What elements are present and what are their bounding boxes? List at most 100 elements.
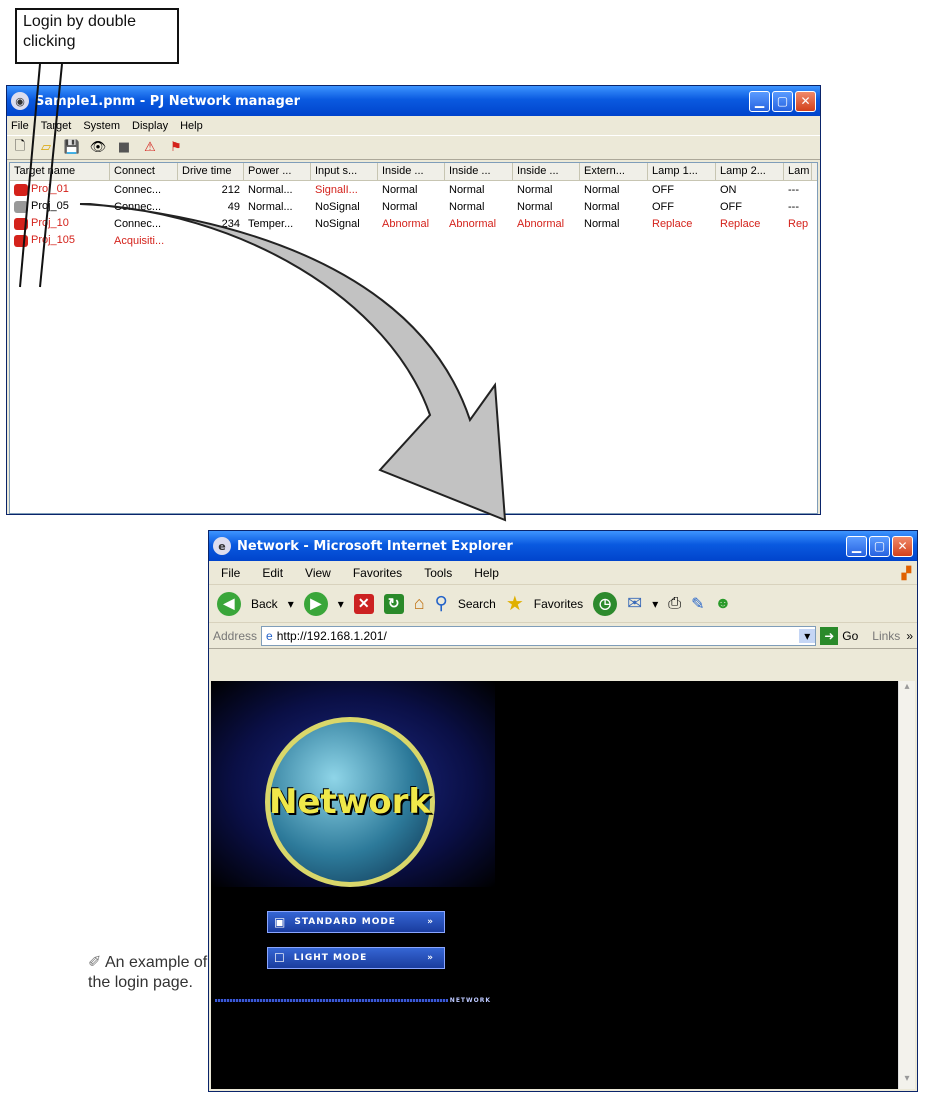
maximize-button[interactable]: ▢ xyxy=(869,535,890,557)
menu-edit[interactable]: Edit xyxy=(262,566,283,580)
ie-titlebar[interactable]: e Network - Microsoft Internet Explorer … xyxy=(209,531,917,561)
close-button[interactable]: ✕ xyxy=(795,90,816,112)
monitor-icon: ▣ xyxy=(274,915,287,929)
col-lamp-2[interactable]: Lamp 2... xyxy=(716,163,784,180)
address-dropdown-icon[interactable]: ▾ xyxy=(799,628,816,643)
warning-icon[interactable]: ⚠ xyxy=(141,140,159,156)
cell-drive: 234 xyxy=(221,217,240,230)
cell-power: Temper... xyxy=(248,217,294,230)
app-eye-icon: ◉ xyxy=(11,92,29,110)
col-inside-2[interactable]: Inside ... xyxy=(445,163,513,180)
forward-arrow-icon[interactable]: ▶ xyxy=(303,591,328,616)
address-bar: Address e http://192.168.1.201/ ▾ ➜ Go L… xyxy=(209,623,917,649)
menu-tools[interactable]: Tools xyxy=(424,566,452,580)
callout-line2: clicking xyxy=(23,33,76,50)
menu-view[interactable]: View xyxy=(305,566,331,580)
forward-dropdown-icon[interactable]: ▾ xyxy=(338,597,344,611)
mail-dropdown-icon[interactable]: ▾ xyxy=(652,597,658,611)
col-lamp-3[interactable]: Lam xyxy=(784,163,812,180)
mail-icon[interactable]: ✉ xyxy=(627,593,642,614)
cell-connect: Acquisiti... xyxy=(114,234,165,247)
target-name: Proj_10 xyxy=(31,217,69,230)
windows-logo-icon: ▞ xyxy=(901,565,911,580)
maximize-button[interactable]: ▢ xyxy=(772,90,793,112)
home-icon[interactable]: ⌂ xyxy=(414,593,425,614)
cell-connect: Connec... xyxy=(114,183,162,196)
square-icon: ☐ xyxy=(274,951,286,965)
target-name: Proj_01 xyxy=(31,183,69,196)
menu-file[interactable]: File xyxy=(221,566,240,580)
address-input[interactable]: e http://192.168.1.201/ ▾ xyxy=(261,625,817,646)
alert-icon[interactable]: ⚑ xyxy=(167,140,185,156)
cell-external: Normal xyxy=(584,200,620,213)
light-mode-button[interactable]: ☐ LIGHT MODE » xyxy=(267,947,445,969)
menu-system[interactable]: System xyxy=(83,120,120,132)
stop-icon[interactable]: ■ xyxy=(115,140,133,156)
messenger-icon[interactable]: ☻ xyxy=(714,595,731,613)
minimize-button[interactable]: ▁ xyxy=(846,535,867,557)
search-label[interactable]: Search xyxy=(458,597,496,611)
refresh-icon[interactable]: ↻ xyxy=(383,593,404,614)
menu-help[interactable]: Help xyxy=(180,120,203,132)
logo-text: Network xyxy=(269,782,431,822)
cell-lamp-1: OFF xyxy=(652,183,674,196)
col-drive-time[interactable]: Drive time xyxy=(178,163,244,180)
caption-note: ✐ An example of the login page. xyxy=(88,953,208,993)
col-external[interactable]: Extern... xyxy=(580,163,648,180)
col-power[interactable]: Power ... xyxy=(244,163,311,180)
cell-connect: Connec... xyxy=(114,200,162,213)
links-chevron-icon[interactable]: » xyxy=(906,629,913,643)
cell-inside-1: Abnormal xyxy=(382,217,430,230)
favorites-star-icon[interactable]: ★ xyxy=(506,591,524,616)
table-row[interactable]: Proj_10 Connec... 234 Temper... NoSignal… xyxy=(10,215,817,232)
menu-favorites[interactable]: Favorites xyxy=(353,566,402,580)
col-connect[interactable]: Connect xyxy=(110,163,178,180)
go-arrow-icon[interactable]: ➜ xyxy=(820,626,839,645)
print-icon[interactable]: ⎙ xyxy=(668,595,681,613)
edit-icon[interactable]: ✎ xyxy=(691,594,704,614)
history-icon[interactable]: ◷ xyxy=(593,591,618,616)
scroll-up-icon[interactable]: ▴ xyxy=(899,681,915,697)
cell-inside-3: Abnormal xyxy=(517,217,565,230)
new-file-icon[interactable]: 🗋 xyxy=(11,139,29,156)
search-icon[interactable]: ⚲ xyxy=(435,593,448,614)
table-row[interactable]: Proj_105 Acquisiti... xyxy=(10,232,817,249)
col-target-name[interactable]: Target name xyxy=(10,163,110,180)
cell-lamp-1: OFF xyxy=(652,200,674,213)
col-inside-1[interactable]: Inside ... xyxy=(378,163,445,180)
web-page: Network ▣ STANDARD MODE » ☐ LIGHT MODE »… xyxy=(211,681,915,1089)
pencil-icon: ✐ xyxy=(88,954,102,971)
pnm-titlebar[interactable]: ◉ Sample1.pnm - PJ Network manager ▁ ▢ ✕ xyxy=(7,86,820,116)
table-row[interactable]: Proj_01 Connec... 212 Normal... SignalI.… xyxy=(10,181,817,198)
links-label[interactable]: Links xyxy=(872,629,900,643)
menu-file[interactable]: File xyxy=(11,120,29,132)
minimize-button[interactable]: ▁ xyxy=(749,90,770,112)
cell-lamp-3: --- xyxy=(788,183,799,196)
back-dropdown-icon[interactable]: ▾ xyxy=(288,597,294,611)
standard-mode-button[interactable]: ▣ STANDARD MODE » xyxy=(267,911,445,933)
favorites-label[interactable]: Favorites xyxy=(534,597,583,611)
table-row[interactable]: Proj_05 Connec... 49 Normal... NoSignal … xyxy=(10,198,817,215)
col-inside-3[interactable]: Inside ... xyxy=(513,163,580,180)
menu-display[interactable]: Display xyxy=(132,120,168,132)
back-label[interactable]: Back xyxy=(251,597,278,611)
projector-icon xyxy=(14,200,28,213)
target-name: Proj_05 xyxy=(31,200,69,213)
monitor-eye-icon[interactable]: 👁 xyxy=(89,140,107,156)
stop-icon[interactable]: ✕ xyxy=(353,593,374,614)
list-header: Target name Connect Drive time Power ...… xyxy=(10,163,817,181)
save-icon[interactable]: 💾 xyxy=(63,140,81,156)
col-lamp-1[interactable]: Lamp 1... xyxy=(648,163,716,180)
menu-help[interactable]: Help xyxy=(474,566,499,580)
address-label: Address xyxy=(213,628,258,643)
go-button[interactable]: Go xyxy=(842,629,858,643)
back-arrow-icon[interactable]: ◀ xyxy=(217,591,241,616)
col-input[interactable]: Input s... xyxy=(311,163,378,180)
menu-target[interactable]: Target xyxy=(41,120,72,132)
vertical-scrollbar[interactable]: ▴ ▾ xyxy=(898,681,915,1089)
ie-toolbar: ◀ Back ▾ ▶ ▾ ✕ ↻ ⌂ ⚲ Search ★ Favorites … xyxy=(209,585,917,623)
scroll-down-icon[interactable]: ▾ xyxy=(899,1073,915,1089)
close-button[interactable]: ✕ xyxy=(892,535,913,557)
open-folder-icon[interactable]: ▱ xyxy=(37,140,55,156)
cell-input: NoSignal xyxy=(315,200,360,213)
